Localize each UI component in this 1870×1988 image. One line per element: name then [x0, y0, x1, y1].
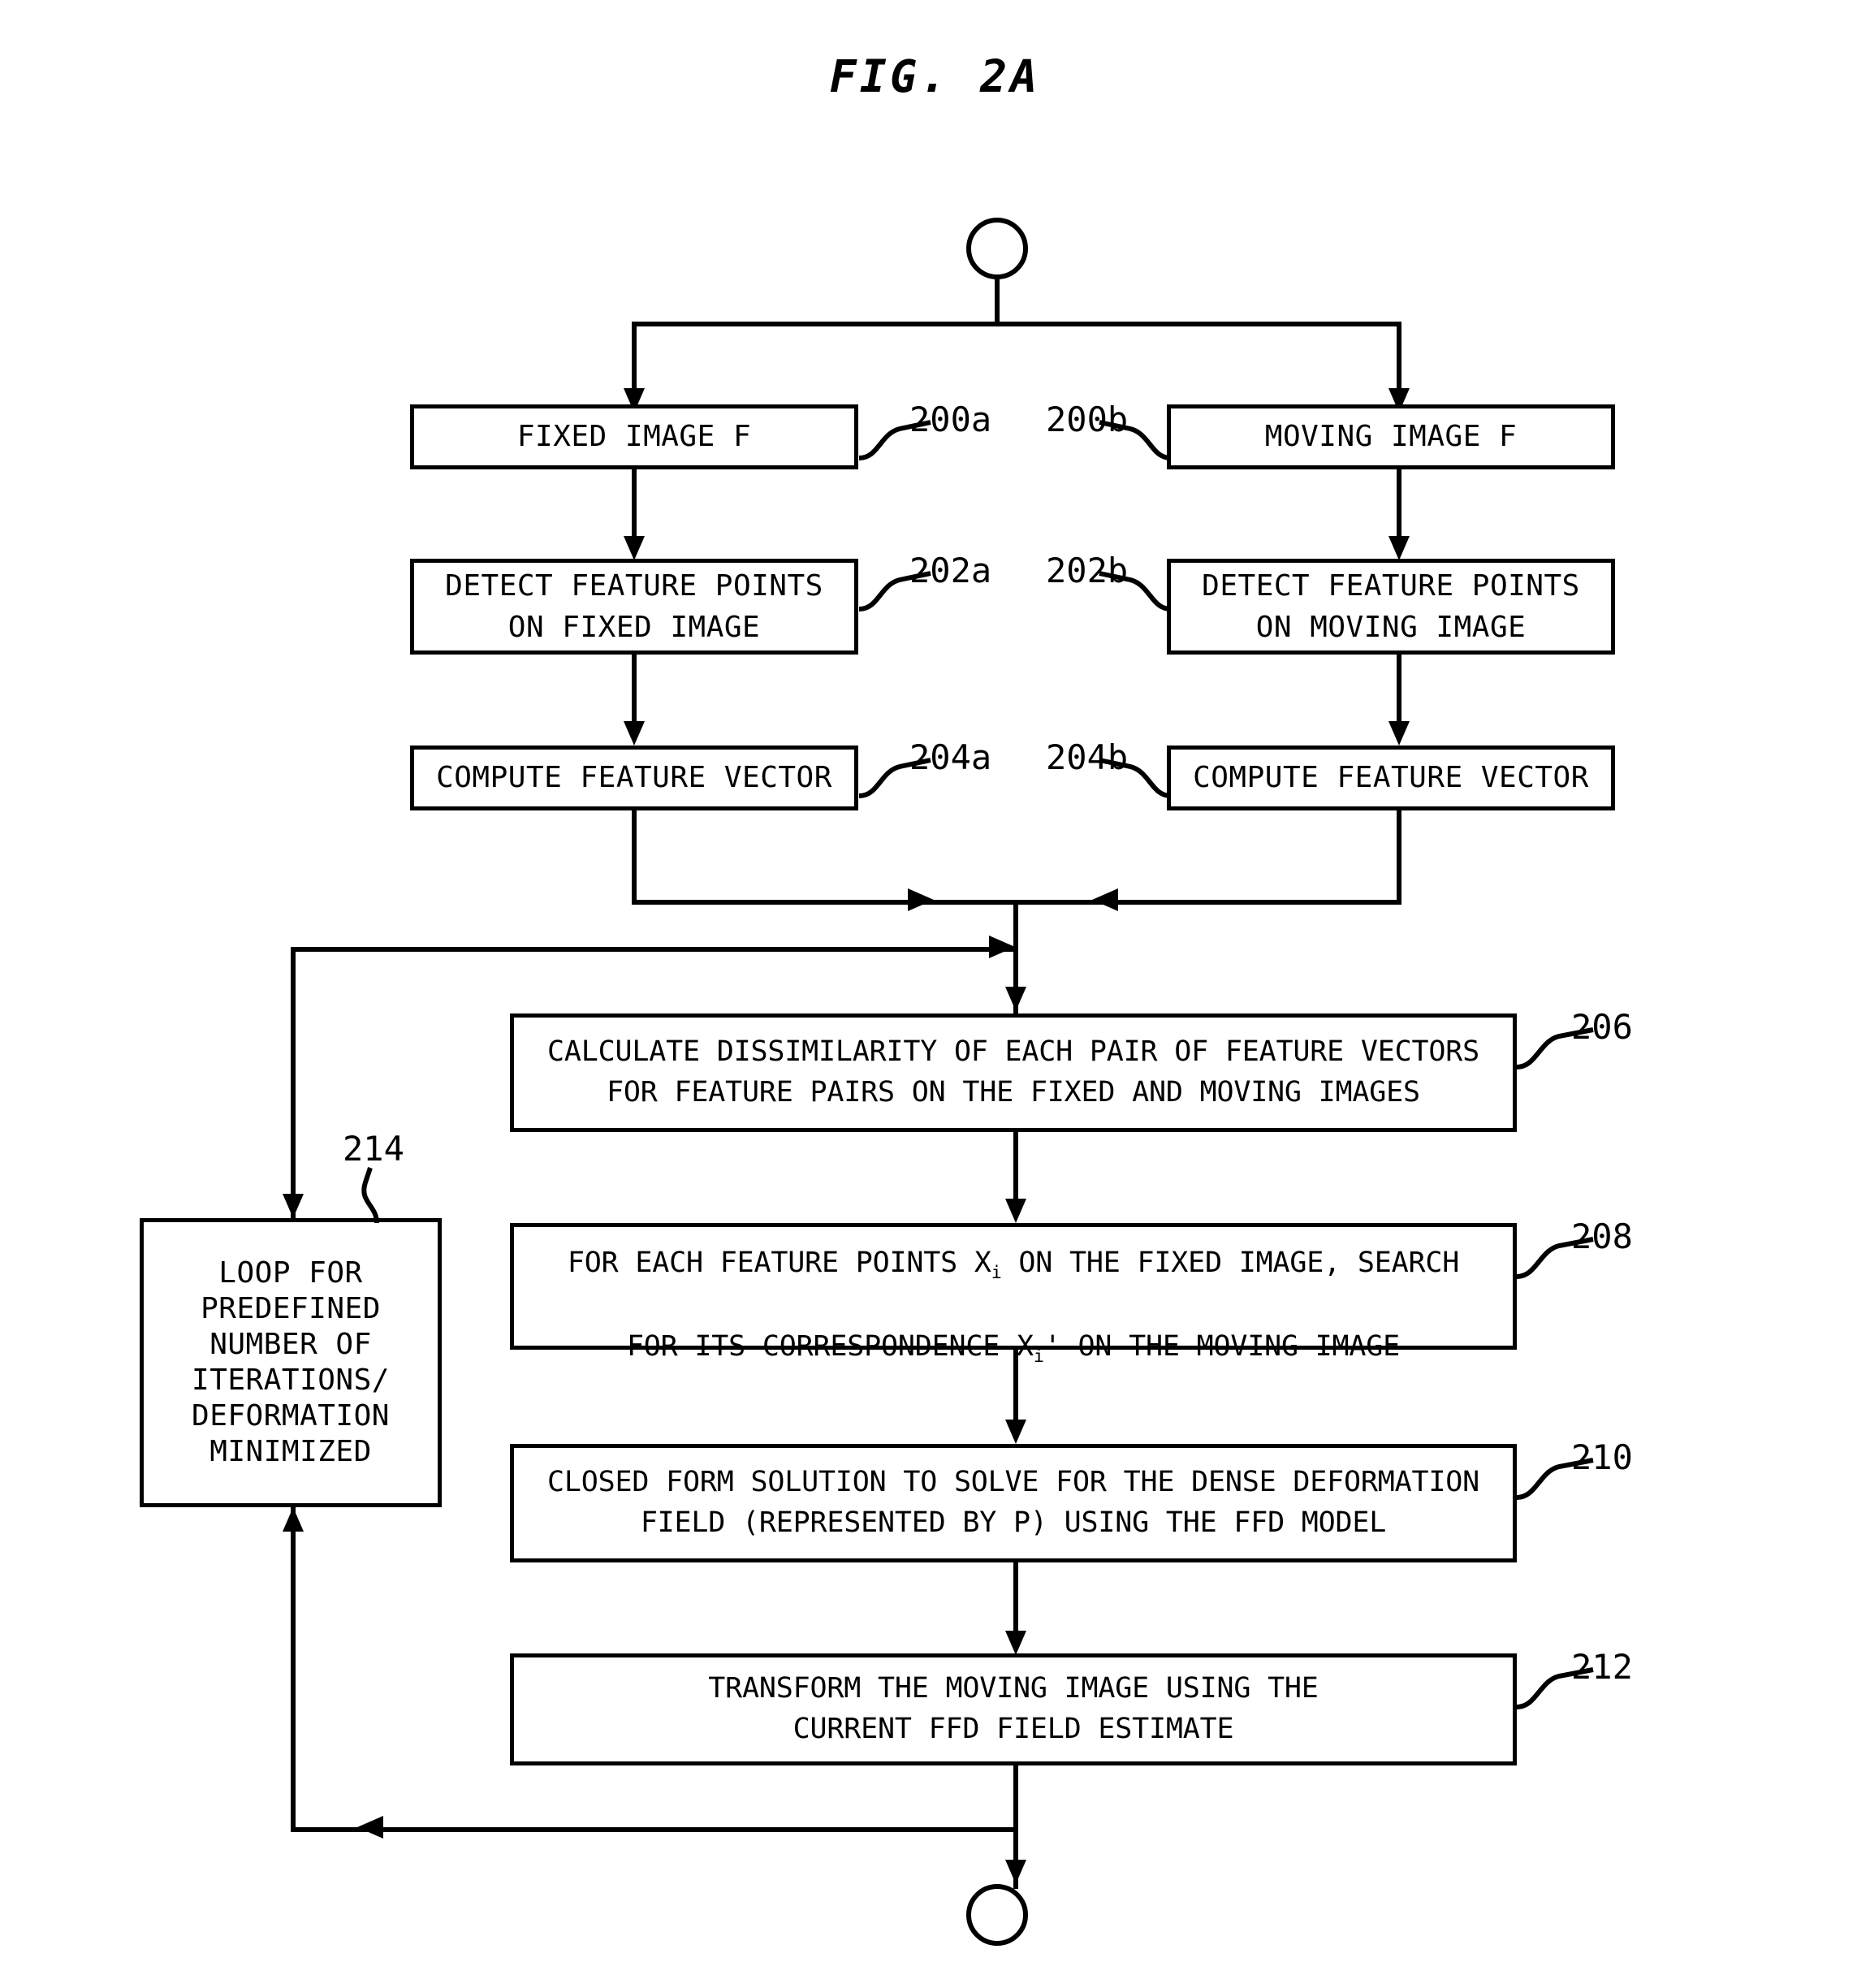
ref-202b: 202b [1046, 551, 1129, 590]
arrow-merge-left [908, 888, 934, 911]
merge-right-run [1013, 900, 1401, 905]
box-calculate-dissimilarity[interactable]: CALCULATE DISSIMILARITY OF EACH PAIR OF … [510, 1013, 1517, 1132]
arrow-to-detect-fixed [624, 536, 645, 560]
arrow-to-compute-fixed [624, 721, 645, 746]
link-moving-to-detect [1397, 469, 1401, 542]
box-206-line2: FOR FEATURE PAIRS ON THE FIXED AND MOVIN… [607, 1076, 1420, 1109]
arrow-merge-right [1092, 888, 1118, 911]
ref-200a: 200a [909, 400, 992, 439]
ref-204b: 204b [1046, 737, 1129, 777]
box-detect-fixed[interactable]: DETECT FEATURE POINTS ON FIXED IMAGE [410, 559, 858, 655]
ref-206: 206 [1571, 1007, 1633, 1047]
box-208-line1-a: FOR EACH FEATURE POINTS X [567, 1247, 991, 1280]
box-detect-fixed-line2: ON FIXED IMAGE [507, 611, 761, 644]
loop-box-bottom-stem [291, 1507, 296, 1827]
box-compute-vector-moving-label: COMPUTE FEATURE VECTOR [1193, 761, 1589, 795]
link-detect-to-compute-fixed [632, 655, 637, 728]
box-search-correspondence[interactable]: FOR EACH FEATURE POINTS Xi ON THE FIXED … [510, 1223, 1517, 1367]
patent-figure-page: FIG. 2A FIXED IMAGE F MOVING IMAGE F 200… [0, 0, 1870, 1988]
box-208-line2-subscript: i [1033, 1346, 1044, 1367]
ref-200b: 200b [1046, 400, 1129, 439]
box-208-line1-b: ON THE FIXED IMAGE, SEARCH [1001, 1247, 1460, 1280]
arrow-to-compute-moving [1388, 721, 1410, 746]
box-214-line5: DEFORMATION [192, 1398, 390, 1433]
box-transform-moving-image[interactable]: TRANSFORM THE MOVING IMAGE USING THE CUR… [510, 1653, 1517, 1765]
box-214-line4: ITERATIONS/ [192, 1364, 390, 1397]
ref-208: 208 [1571, 1217, 1633, 1256]
arrow-feedback-into-trunk [989, 936, 1015, 958]
link-208-to-210 [1013, 1350, 1018, 1426]
arrow-feedback-to-loop [357, 1816, 383, 1839]
box-fixed-image[interactable]: FIXED IMAGE F [410, 404, 858, 469]
link-210-to-212 [1013, 1562, 1018, 1637]
box-fixed-image-label: FIXED IMAGE F [516, 420, 752, 454]
end-terminator [966, 1884, 1028, 1946]
box-214-line6: MINIMIZED [209, 1434, 372, 1468]
arrow-up-from-bottom [283, 1507, 304, 1532]
ref-204a: 204a [909, 737, 992, 777]
box-closed-form-solution[interactable]: CLOSED FORM SOLUTION TO SOLVE FOR THE DE… [510, 1444, 1517, 1562]
split-left-drop [632, 322, 637, 395]
merge-left-run [632, 900, 1013, 905]
ref-214: 214 [343, 1129, 404, 1169]
link-206-to-208 [1013, 1132, 1018, 1205]
feedback-bottom-run [291, 1827, 1018, 1832]
box-208-line1: FOR EACH FEATURE POINTS Xi ON THE FIXED … [568, 1204, 1459, 1287]
ref-212: 212 [1571, 1647, 1633, 1687]
loop-box-top-stem [291, 947, 296, 1218]
box-208-line2-a: FOR ITS CORRESPONDENCE X [626, 1329, 1034, 1363]
figure-title: FIG. 2A [829, 50, 1041, 102]
merge-right-riser [1397, 810, 1401, 905]
box-208-line1-subscript: i [991, 1263, 1002, 1284]
arrow-to-closed-form [1005, 1420, 1026, 1444]
ref-202a: 202a [909, 551, 992, 590]
start-terminator [966, 218, 1028, 279]
link-detect-to-compute-moving [1397, 655, 1401, 728]
start-stem [995, 279, 1000, 323]
arrow-to-transform [1005, 1631, 1026, 1655]
box-compute-vector-fixed[interactable]: COMPUTE FEATURE VECTOR [410, 746, 858, 810]
arrow-into-loop-box [283, 1194, 304, 1218]
box-212-line1: TRANSFORM THE MOVING IMAGE USING THE [708, 1672, 1319, 1705]
box-detect-moving-line2: ON MOVING IMAGE [1255, 611, 1527, 644]
box-moving-image-label: MOVING IMAGE F [1264, 420, 1518, 454]
box-210-line1: CLOSED FORM SOLUTION TO SOLVE FOR THE DE… [547, 1466, 1479, 1499]
box-214-line1: LOOP FOR [218, 1256, 363, 1290]
box-detect-fixed-line1: DETECT FEATURE POINTS [445, 568, 823, 603]
box-206-line1: CALCULATE DISSIMILARITY OF EACH PAIR OF … [547, 1035, 1479, 1069]
box-214-line2: PREDEFINED [201, 1292, 381, 1326]
link-fixed-to-detect [632, 469, 637, 542]
split-right-drop [1397, 322, 1401, 395]
feedback-top-run [291, 947, 1017, 952]
box-212-line2: CURRENT FFD FIELD ESTIMATE [792, 1713, 1234, 1745]
leader-214 [361, 1167, 379, 1224]
box-210-line2: FIELD (REPRESENTED BY P) USING THE FFD M… [640, 1506, 1387, 1539]
box-compute-vector-moving[interactable]: COMPUTE FEATURE VECTOR [1167, 746, 1615, 810]
box-detect-moving-line1: DETECT FEATURE POINTS [1202, 568, 1580, 603]
merge-left-riser [632, 810, 637, 905]
box-214-line3: NUMBER OF [209, 1328, 372, 1362]
arrow-to-detect-moving [1388, 536, 1410, 560]
ref-210: 210 [1571, 1437, 1633, 1477]
box-compute-vector-fixed-label: COMPUTE FEATURE VECTOR [436, 761, 832, 795]
arrow-to-end-terminator [1005, 1860, 1026, 1884]
box-208-line2-b: ' ON THE MOVING IMAGE [1043, 1329, 1401, 1363]
box-detect-moving[interactable]: DETECT FEATURE POINTS ON MOVING IMAGE [1167, 559, 1615, 655]
arrow-to-calculate-dissimilarity [1005, 987, 1026, 1011]
box-loop-control[interactable]: LOOP FOR PREDEFINED NUMBER OF ITERATIONS… [140, 1218, 442, 1507]
split-bus [632, 322, 1401, 326]
box-moving-image[interactable]: MOVING IMAGE F [1167, 404, 1615, 469]
